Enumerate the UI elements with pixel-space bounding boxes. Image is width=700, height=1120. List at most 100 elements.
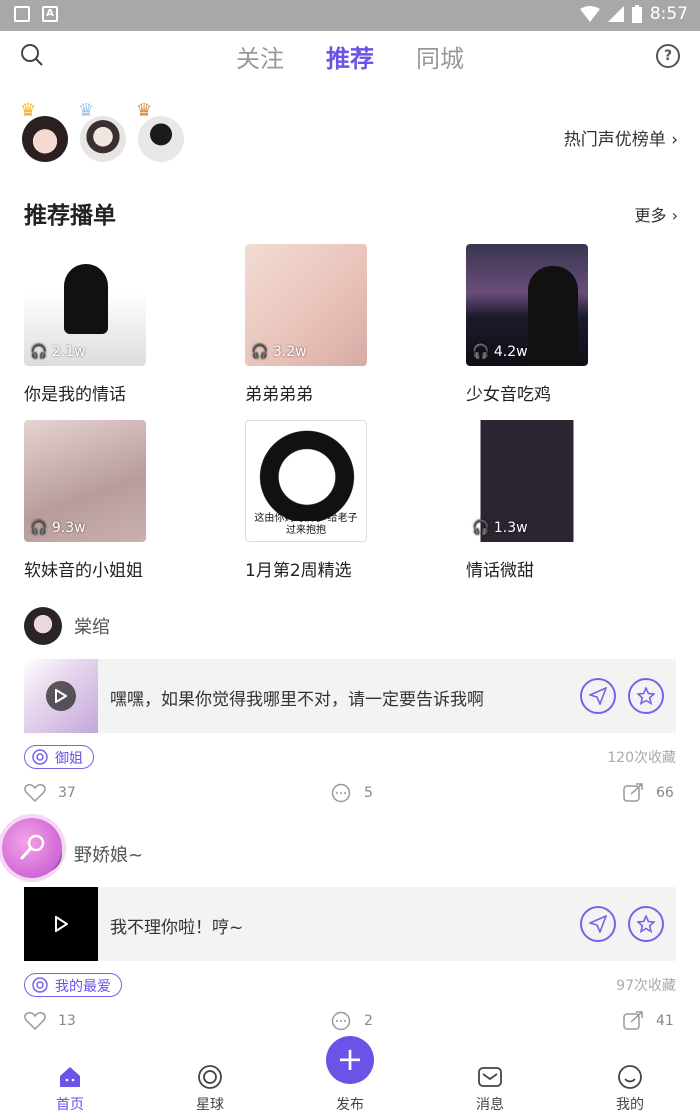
comment-icon (331, 1011, 351, 1031)
tab-nearby[interactable]: 同城 (416, 39, 464, 74)
more-link[interactable]: 更多 › (634, 202, 678, 226)
top-navigation: 关注 推荐 同城 ? (0, 31, 700, 81)
app-notification-icon: A (42, 6, 58, 22)
headphones-icon: 🎧 (472, 344, 490, 360)
share-send-button[interactable] (580, 906, 616, 942)
audio-player[interactable]: 嘿嘿，如果你觉得我哪里不对，请一定要告诉我啊 (24, 659, 676, 733)
signal-icon (607, 6, 624, 22)
hot-voice-row: ♛ ♛ ♛ 热门声优榜单 › (20, 96, 678, 162)
headphones-icon: 🎧 (472, 520, 490, 536)
playlist-card[interactable]: 🎧 2.1w 你是我的情话 (24, 244, 146, 405)
wifi-icon (579, 6, 600, 22)
battery-icon (631, 5, 642, 23)
publish-button[interactable]: + (326, 1036, 374, 1084)
audio-player[interactable]: 我不理你啦！哼~ (24, 887, 676, 961)
share-send-button[interactable] (580, 678, 616, 714)
comment-button[interactable]: 2 (330, 1011, 373, 1031)
send-icon (589, 915, 607, 933)
avatar (80, 116, 126, 162)
playlist-title: 你是我的情话 (24, 385, 126, 405)
clock: 8:57 (649, 4, 688, 24)
nav-messages[interactable]: 消息 (460, 1064, 520, 1114)
playlist-thumbnail: 🎧 9.3w (24, 420, 146, 542)
audio-text: 我不理你啦！哼~ (110, 918, 244, 938)
post-stats: 13 2 41 (24, 1011, 676, 1033)
category-tag[interactable]: 我的最爱 (24, 973, 122, 997)
thumbnail-caption: 这由你妈可爱了 给老子过来抱抱 (254, 513, 358, 536)
star-icon (637, 687, 655, 705)
hot-voice-ranking-link[interactable]: 热门声优榜单 › (564, 125, 678, 150)
image-notification-icon (14, 6, 30, 22)
floating-mic-button[interactable] (2, 818, 62, 878)
like-button[interactable]: 37 (24, 783, 76, 803)
playlist-card[interactable]: 🎧 4.2w 少女音吃鸡 (466, 244, 588, 405)
top-voice-avatar[interactable]: ♛ (78, 100, 126, 162)
audio-text: 嘿嘿，如果你觉得我哪里不对，请一定要告诉我啊 (110, 690, 484, 710)
playlist-title: 弟弟弟弟 (245, 385, 313, 405)
share-button[interactable]: 41 (622, 1011, 674, 1031)
section-title: 推荐播单 (24, 203, 116, 229)
favorite-button[interactable] (628, 906, 664, 942)
nav-profile[interactable]: 我的 (600, 1064, 660, 1114)
playlist-thumbnail: 🎧 1.3w (466, 420, 588, 542)
avatar[interactable] (24, 607, 62, 645)
playlist-title: 软妹音的小姐姐 (24, 561, 143, 581)
username[interactable]: 棠绾 (74, 613, 110, 639)
headphones-icon: 🎧 (30, 344, 48, 360)
share-icon (623, 1011, 643, 1030)
silver-crown-icon: ♛ (78, 100, 95, 121)
play-icon[interactable] (46, 681, 76, 711)
tab-follow[interactable]: 关注 (236, 39, 284, 74)
mail-icon (478, 1067, 502, 1087)
username[interactable]: 野娇娘~ (74, 841, 143, 867)
headphones-icon: 🎧 (251, 344, 269, 360)
playlist-thumbnail: 🎧 2.1w (24, 244, 146, 366)
playlist-card[interactable]: 🎧 3.2w 弟弟弟弟 (245, 244, 367, 405)
share-icon (623, 783, 643, 802)
publish-label: 发布 (336, 1097, 364, 1113)
disc-icon (32, 977, 48, 993)
microphone-icon (19, 834, 45, 861)
heart-icon (24, 784, 46, 803)
smiley-icon (618, 1065, 642, 1089)
feed-tabs: 关注 推荐 同城 (0, 39, 700, 74)
favorite-count: 97次收藏 (616, 978, 676, 994)
send-icon (589, 687, 607, 705)
playlist-title: 少女音吃鸡 (466, 385, 551, 405)
favorite-count: 120次收藏 (607, 750, 676, 766)
home-icon (60, 1067, 80, 1087)
avatar (22, 116, 68, 162)
help-icon[interactable]: ? (656, 44, 680, 68)
chevron-right-icon: › (671, 206, 678, 225)
comment-button[interactable]: 5 (330, 783, 373, 803)
bottom-navigation: 首页 星球 + 发布 消息 我的 (0, 1036, 700, 1120)
category-tag[interactable]: 御姐 (24, 745, 94, 769)
like-button[interactable]: 13 (24, 1011, 76, 1031)
playlist-card[interactable]: 🎧 9.3w 软妹音的小姐姐 (24, 420, 146, 581)
nav-home[interactable]: 首页 (40, 1064, 100, 1114)
chevron-right-icon: › (671, 130, 678, 150)
playlist-card[interactable]: 🎧 1.3w 情话微甜 (466, 420, 588, 581)
favorite-button[interactable] (628, 678, 664, 714)
headphones-icon: 🎧 (30, 520, 48, 536)
star-icon (637, 915, 655, 933)
comment-icon (331, 783, 351, 803)
heart-icon (24, 1012, 46, 1031)
tab-recommend[interactable]: 推荐 (326, 39, 374, 74)
audio-cover[interactable] (24, 887, 98, 961)
playlist-thumbnail: 🎧 3.2w (245, 244, 367, 366)
top-voice-avatar[interactable]: ♛ (20, 100, 68, 162)
gold-crown-icon: ♛ (20, 100, 37, 121)
top-voice-avatar[interactable]: ♛ (136, 100, 184, 162)
playlist-thumbnail: 🎧 4.2w (466, 244, 588, 366)
audio-cover[interactable] (24, 659, 98, 733)
playlist-card[interactable]: 这由你妈可爱了 给老子过来抱抱 1月第2周精选 (245, 420, 367, 581)
play-icon[interactable] (46, 909, 76, 939)
nav-planet[interactable]: 星球 (180, 1064, 240, 1114)
post-stats: 37 5 66 (24, 783, 676, 805)
planet-icon (198, 1065, 222, 1089)
bronze-crown-icon: ♛ (136, 100, 153, 121)
feed-post: 野娇娘~ 我不理你啦！哼~ 我的最爱 97次收藏 13 2 41 (24, 835, 676, 1035)
feed-post: 棠绾 嘿嘿，如果你觉得我哪里不对，请一定要告诉我啊 御姐 120次收藏 37 5 (24, 607, 676, 807)
share-button[interactable]: 66 (622, 783, 674, 803)
